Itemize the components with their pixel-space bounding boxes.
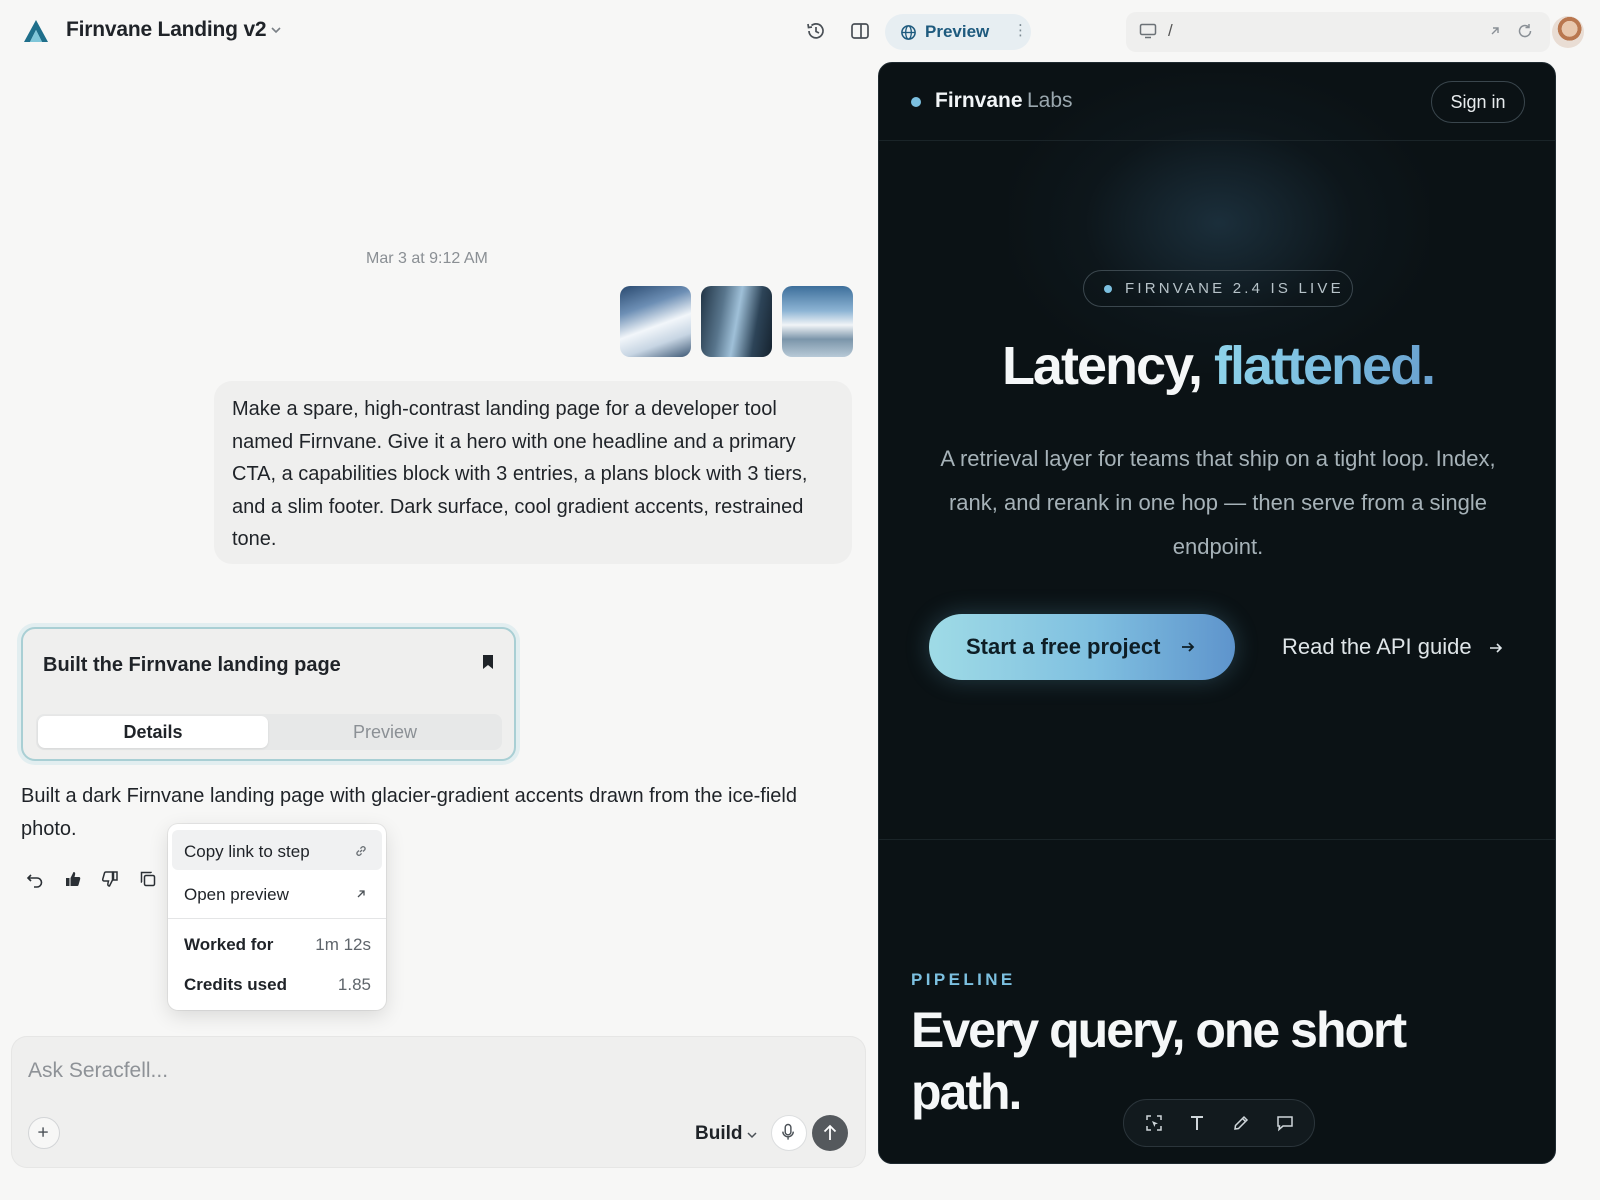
section-eyebrow: PIPELINE	[911, 970, 1016, 989]
pencil-icon[interactable]	[1231, 1113, 1251, 1133]
chevron-down-icon[interactable]	[745, 1128, 759, 1142]
hero-lede: A retrieval layer for teams that ship on…	[940, 446, 1496, 559]
open-external-icon[interactable]	[1488, 24, 1502, 38]
microphone-button[interactable]	[771, 1115, 807, 1151]
task-card-tabs: Details Preview	[36, 714, 502, 750]
link-icon	[356, 846, 366, 856]
text-tool-icon[interactable]	[1187, 1113, 1207, 1133]
user-message: Make a spare, high-contrast landing page…	[214, 381, 852, 564]
split-view-icon[interactable]	[849, 20, 871, 42]
more-options-icon[interactable]: ⋮	[1013, 23, 1028, 39]
worked-for-value: 1m 12s	[315, 935, 371, 954]
attach-button[interactable]	[28, 1117, 60, 1149]
section-divider	[879, 839, 1555, 840]
app-logo-icon[interactable]	[22, 18, 50, 44]
tab-details[interactable]: Details	[38, 716, 268, 748]
task-card-title: Built the Firnvane landing page	[43, 654, 341, 676]
history-icon[interactable]	[805, 20, 827, 42]
plus-icon	[38, 1127, 48, 1137]
project-title[interactable]: Firnvane Landing v2	[66, 18, 267, 42]
globe-icon	[901, 25, 916, 40]
attachment-thumbnail[interactable]	[620, 286, 691, 357]
composer-input[interactable]: Ask Seracfell...	[28, 1059, 168, 1083]
primary-cta-button[interactable]: Start a free project	[929, 614, 1235, 680]
preview-pane[interactable]: Firnvane Labs Sign in FIRNVANE 2.4 IS LI…	[878, 62, 1556, 1164]
menu-item-copy-link[interactable]: Copy link to step	[184, 842, 310, 862]
bookmark-icon[interactable]	[481, 654, 495, 670]
microphone-icon	[782, 1123, 794, 1140]
message-timestamp: Mar 3 at 9:12 AM	[366, 250, 488, 267]
arrow-up-icon	[823, 1124, 837, 1140]
secondary-cta-link[interactable]: Read the API guide	[1282, 634, 1472, 660]
attachment-thumbnail[interactable]	[701, 286, 772, 357]
monitor-icon[interactable]	[1139, 23, 1157, 39]
menu-item-open-preview[interactable]: Open preview	[184, 885, 289, 905]
assistant-message: Built a dark Firnvane landing page with …	[21, 785, 797, 840]
hero-glow	[1009, 73, 1429, 373]
chevron-down-icon[interactable]	[268, 22, 284, 38]
copy-icon[interactable]	[138, 869, 158, 889]
nav-divider	[879, 140, 1555, 141]
edit-toolbar	[1123, 1099, 1315, 1147]
task-card[interactable]: Built the Firnvane landing page Details …	[21, 627, 516, 761]
brand-dot	[911, 97, 921, 107]
sign-in-button[interactable]: Sign in	[1431, 81, 1525, 123]
site-brand[interactable]: Firnvane	[935, 89, 1023, 113]
headline-main: Latency,	[1001, 336, 1215, 396]
send-button[interactable]	[812, 1115, 848, 1151]
credits-used-label: Credits used	[184, 975, 287, 994]
select-element-icon[interactable]	[1144, 1113, 1164, 1133]
comment-icon[interactable]	[1275, 1113, 1295, 1133]
mode-select[interactable]: Build	[695, 1123, 743, 1145]
arrow-right-icon	[1182, 642, 1195, 652]
user-avatar[interactable]	[1552, 16, 1584, 48]
step-context-menu: Copy link to step Open preview Worked fo…	[168, 824, 386, 1010]
badge-dot	[1104, 285, 1112, 293]
thumbs-up-icon[interactable]	[63, 869, 83, 889]
reload-icon[interactable]	[1516, 22, 1534, 40]
headline-accent: flattened.	[1214, 336, 1436, 396]
hero-headline: Latency, flattened.	[879, 335, 1555, 397]
thumbs-down-icon[interactable]	[100, 869, 120, 889]
site-brand-suffix: Labs	[1027, 89, 1073, 112]
primary-cta-label: Start a free project	[966, 634, 1161, 659]
badge-text: FIRNVANE 2.4 IS LIVE	[1125, 280, 1344, 297]
worked-for-label: Worked for	[184, 935, 274, 954]
undo-icon[interactable]	[25, 869, 45, 889]
tab-preview[interactable]: Preview	[270, 716, 500, 748]
arrow-right-icon[interactable]	[1487, 639, 1505, 657]
url-path[interactable]: /	[1168, 21, 1173, 41]
menu-divider	[168, 918, 386, 919]
release-badge[interactable]: FIRNVANE 2.4 IS LIVE	[1083, 270, 1353, 307]
attachment-thumbnail[interactable]	[782, 286, 853, 357]
credits-used-value: 1.85	[337, 975, 371, 994]
composer[interactable]: Ask Seracfell... Build	[11, 1036, 866, 1168]
preview-label: Preview	[925, 22, 990, 41]
open-external-icon	[357, 890, 365, 898]
preview-toggle[interactable]: Preview ⋮	[885, 14, 1031, 50]
url-bar[interactable]: /	[1126, 12, 1550, 52]
